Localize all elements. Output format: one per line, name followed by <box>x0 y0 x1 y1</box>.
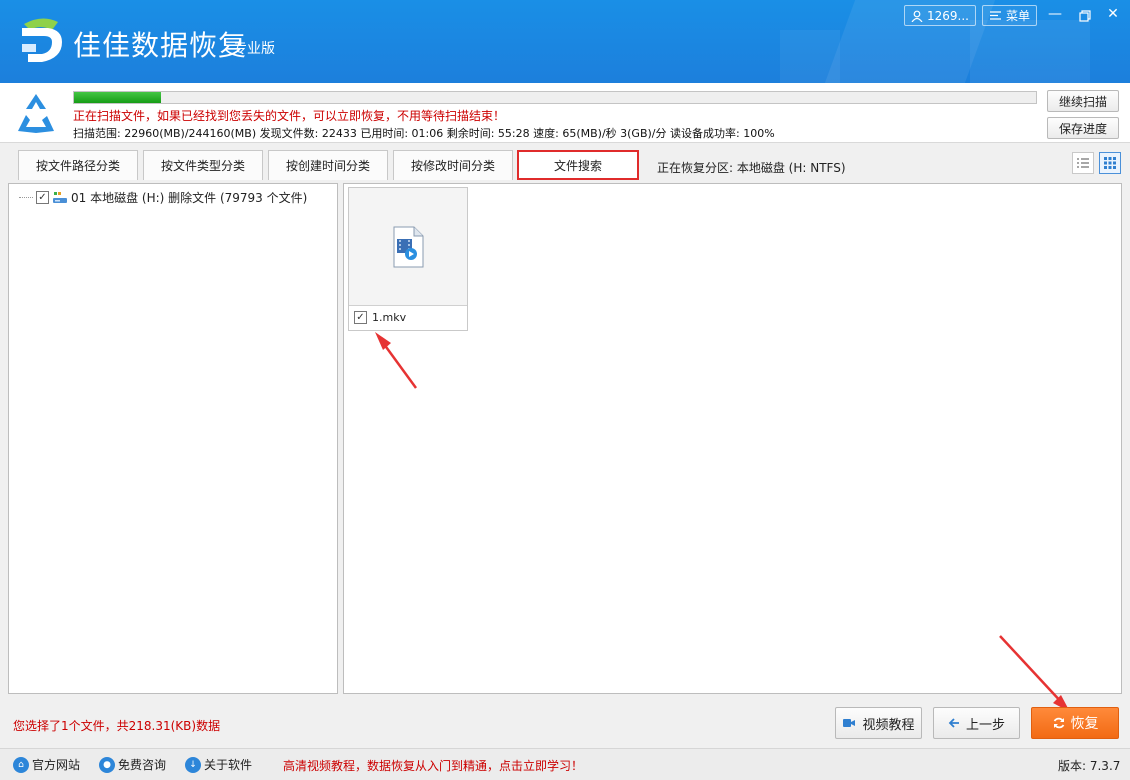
list-view-button[interactable] <box>1072 152 1094 174</box>
video-file-icon <box>393 226 424 267</box>
status-bar: ⌂ 官方网站 ● 免费咨询 ↓ 关于软件 高清视频教程，数据恢复从入门到精通，点… <box>0 748 1130 780</box>
app-title: 佳佳数据恢复 <box>73 29 248 62</box>
tab-file-search[interactable]: 文件搜索 <box>517 150 639 180</box>
tab-by-modified-time[interactable]: 按修改时间分类 <box>393 150 513 180</box>
scan-progress-bar <box>73 91 1037 104</box>
previous-step-label: 上一步 <box>965 717 1005 733</box>
free-consult-label: 免费咨询 <box>118 758 167 772</box>
file-label-row: ✓ 1.mkv <box>354 311 406 324</box>
save-progress-button[interactable]: 保存进度 <box>1047 117 1119 139</box>
video-tutorial-label: 视频教程 <box>862 717 915 733</box>
file-name: 1.mkv <box>372 311 407 324</box>
tab-by-type[interactable]: 按文件类型分类 <box>143 150 263 180</box>
app-logo-icon <box>22 18 62 62</box>
tab-by-created-time[interactable]: 按创建时间分类 <box>268 150 388 180</box>
app-header: 佳佳数据恢复 专业版 1269... 菜单 — ✕ <box>0 0 1130 83</box>
user-icon <box>911 10 923 22</box>
header-decoration <box>780 30 840 83</box>
promo-link[interactable]: 高清视频教程，数据恢复从入门到精通，点击立即学习！ <box>283 757 583 774</box>
header-decoration <box>970 20 1090 83</box>
free-consult-link[interactable]: ● 免费咨询 <box>99 756 166 773</box>
arrow-left-icon <box>948 718 959 728</box>
scan-message: 正在扫描文件，如果已经找到您丢失的文件，可以立即恢复，不用等待扫描结束！ <box>73 109 506 123</box>
grid-view-button[interactable] <box>1099 152 1121 174</box>
official-site-link[interactable]: ⌂ 官方网站 <box>13 756 80 773</box>
user-label: 1269... <box>927 8 969 23</box>
selection-summary: 您选择了1个文件，共218.31(KB)数据 <box>13 719 221 733</box>
minimize-icon[interactable]: — <box>1046 6 1064 22</box>
scan-status-bar: 正在扫描文件，如果已经找到您丢失的文件，可以立即恢复，不用等待扫描结束！ 扫描范… <box>0 83 1130 143</box>
close-icon[interactable]: ✕ <box>1104 6 1122 22</box>
tab-by-path[interactable]: 按文件路径分类 <box>18 150 138 180</box>
tree-connector <box>19 197 33 198</box>
refresh-icon <box>1053 717 1064 729</box>
scan-progress-fill <box>74 92 161 103</box>
drive-icon <box>53 191 67 203</box>
grid-view-icon <box>1104 157 1116 169</box>
recover-button[interactable]: 恢复 <box>1031 707 1119 739</box>
tree-root-item[interactable]: ✓ 01 本地磁盘 (H:) 删除文件 (79793 个文件) <box>19 189 307 206</box>
category-tabs: 按文件路径分类 按文件类型分类 按创建时间分类 按修改时间分类 文件搜索 正在恢… <box>0 144 1130 182</box>
info-icon: ↓ <box>185 756 201 773</box>
previous-step-button[interactable]: 上一步 <box>933 707 1020 739</box>
restore-icon[interactable] <box>1076 9 1094 23</box>
recover-label: 恢复 <box>1070 716 1099 732</box>
tree-root-checkbox[interactable]: ✓ <box>36 191 49 204</box>
home-icon: ⌂ <box>13 756 29 773</box>
video-tutorial-button[interactable]: 视频教程 <box>835 707 922 739</box>
about-label: 关于软件 <box>204 758 253 772</box>
continue-scan-button[interactable]: 继续扫描 <box>1047 90 1119 112</box>
scan-stats: 扫描范围: 22960(MB)/244160(MB) 发现文件数: 22433 … <box>73 127 775 140</box>
file-checkbox[interactable]: ✓ <box>354 311 367 324</box>
version-label: 版本: 7.3.7 <box>1058 759 1121 773</box>
video-camera-icon <box>843 719 856 727</box>
app-edition: 专业版 <box>233 41 275 57</box>
partition-info: 正在恢复分区: 本地磁盘 (H: NTFS) <box>657 161 846 175</box>
list-view-icon <box>1077 158 1089 168</box>
chat-icon: ● <box>99 756 115 773</box>
menu-label: 菜单 <box>1006 9 1031 23</box>
tree-root-label: 01 本地磁盘 (H:) 删除文件 (79793 个文件) <box>71 191 308 205</box>
file-thumbnail <box>349 188 467 306</box>
about-link[interactable]: ↓ 关于软件 <box>185 756 252 773</box>
file-card[interactable]: ✓ 1.mkv <box>348 187 468 331</box>
menu-button[interactable]: 菜单 <box>982 5 1037 26</box>
menu-icon <box>990 11 1001 20</box>
official-site-label: 官方网站 <box>32 758 81 772</box>
file-grid-panel: ✓ 1.mkv <box>343 183 1122 694</box>
folder-tree-panel: ✓ 01 本地磁盘 (H:) 删除文件 (79793 个文件) <box>8 183 338 694</box>
scan-cycle-icon <box>18 94 54 133</box>
user-account-button[interactable]: 1269... <box>904 5 976 26</box>
